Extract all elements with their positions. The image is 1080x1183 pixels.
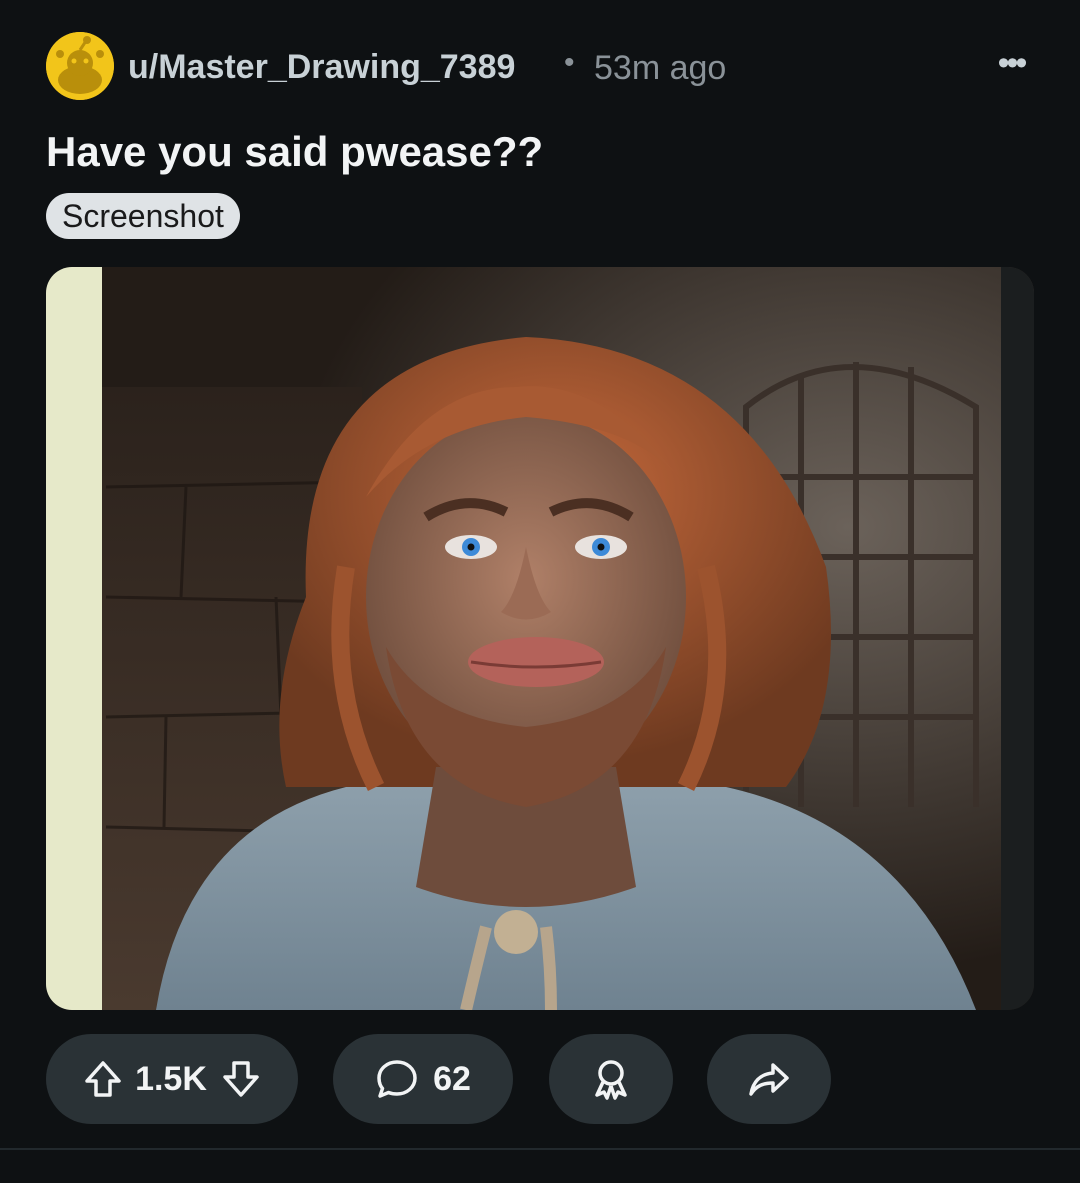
upvote-count: 1.5K	[135, 1059, 207, 1098]
post-title[interactable]: Have you said pwease??	[46, 128, 543, 176]
post-username[interactable]: u/Master_Drawing_7389	[128, 48, 515, 87]
downvote-button[interactable]	[219, 1057, 263, 1101]
post-actions: 1.5K 62	[46, 1034, 1036, 1124]
comment-count: 62	[433, 1059, 471, 1098]
share-button[interactable]	[707, 1034, 831, 1124]
post-timestamp: 53m ago	[594, 49, 727, 87]
comments-button[interactable]: 62	[333, 1034, 513, 1124]
vote-bar: 1.5K	[46, 1034, 298, 1124]
user-avatar-icon[interactable]	[46, 32, 114, 100]
award-ribbon-icon	[595, 1060, 627, 1100]
feed-divider	[0, 1148, 1080, 1150]
share-arrow-icon	[749, 1063, 789, 1096]
post-flair[interactable]: Screenshot	[46, 193, 240, 239]
upvote-button[interactable]	[81, 1057, 125, 1101]
meta-separator: •	[564, 46, 575, 79]
award-button[interactable]	[549, 1034, 673, 1124]
arrow-up-icon	[85, 1061, 121, 1097]
post-image[interactable]	[46, 267, 1034, 1010]
arrow-down-icon	[223, 1061, 259, 1097]
post-header: u/Master_Drawing_7389 • 53m ago •••	[46, 32, 1036, 102]
speech-bubble-icon	[377, 1060, 417, 1098]
more-options-button[interactable]: •••	[986, 44, 1036, 84]
